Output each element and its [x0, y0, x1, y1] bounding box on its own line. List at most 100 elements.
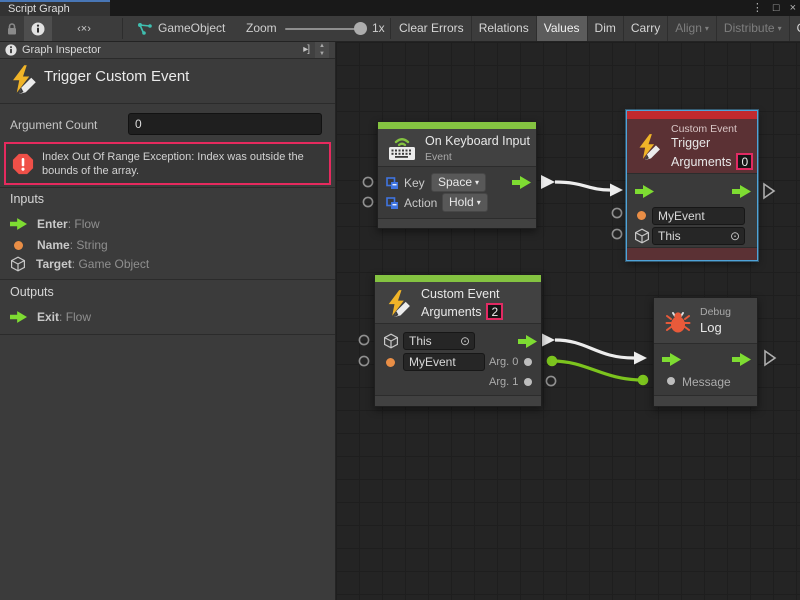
- maximize-icon[interactable]: □: [773, 0, 780, 16]
- string-port-icon[interactable]: [386, 358, 395, 367]
- tab-script-graph[interactable]: Script Graph: [0, 0, 110, 16]
- code-icon: ‹×›: [77, 23, 91, 35]
- code-view-button[interactable]: ‹×›: [66, 16, 102, 41]
- gameobject-port-icon[interactable]: [383, 333, 399, 349]
- graph-inspector-header: Graph Inspector ▸] ▲ ▼: [0, 42, 335, 59]
- port-circle[interactable]: [612, 229, 621, 238]
- window-controls: ⋮ □ ×: [752, 0, 796, 16]
- flow-output-port[interactable]: [732, 353, 751, 366]
- object-picker-icon[interactable]: ⊙: [460, 333, 470, 349]
- target-field[interactable]: This ⊙: [652, 227, 745, 245]
- argument-count-label: Argument Count: [10, 118, 97, 132]
- arguments-count-badge[interactable]: 0: [736, 153, 753, 170]
- port-circle[interactable]: [612, 208, 621, 217]
- node-custom-event[interactable]: Custom Event Arguments 2 This ⊙ MyEvent …: [374, 274, 542, 407]
- inspector-toggle-button[interactable]: [24, 16, 52, 41]
- key-dropdown[interactable]: Space▾: [431, 173, 486, 192]
- port-circle[interactable]: [359, 335, 368, 344]
- target-value: This: [658, 229, 681, 243]
- bug-icon: [665, 309, 691, 333]
- distribute-button[interactable]: Distribute▾: [717, 16, 790, 41]
- flow-output-port[interactable]: [512, 176, 531, 189]
- graph-toolbar: ‹×› GameObject Zoom 1x Clear Errors Rela…: [0, 16, 800, 42]
- relations-button[interactable]: Relations: [472, 16, 537, 41]
- node-debug-log[interactable]: Debug Log Message: [653, 297, 758, 407]
- close-icon[interactable]: ×: [790, 0, 796, 16]
- arguments-count-badge[interactable]: 2: [486, 303, 503, 320]
- key-label: Key: [404, 176, 425, 190]
- divider: [0, 103, 335, 104]
- node-subtitle: Event: [425, 151, 452, 163]
- node-kind: Custom Event: [671, 123, 737, 135]
- node-footer: [627, 247, 757, 260]
- arguments-row: Arguments 2: [421, 303, 503, 320]
- clear-errors-button[interactable]: Clear Errors: [392, 16, 472, 41]
- chevron-down-icon: ▾: [477, 198, 481, 207]
- gameobject-icon: [137, 22, 153, 36]
- inputs-heading: Inputs: [10, 192, 44, 206]
- zoom-slider-handle[interactable]: [354, 22, 367, 35]
- lock-button[interactable]: [0, 16, 24, 41]
- gameobject-port-icon: [10, 256, 26, 272]
- gameobject-ref[interactable]: [136, 16, 154, 41]
- node-header[interactable]: Custom Event Trigger Arguments 0: [627, 119, 757, 174]
- wire-customevent-to-debug[interactable]: [555, 340, 634, 358]
- carry-button[interactable]: Carry: [624, 16, 668, 41]
- port-circle[interactable]: [359, 356, 368, 365]
- hollow-triangle-icon: [764, 184, 774, 198]
- target-field[interactable]: This ⊙: [403, 332, 475, 350]
- node-title: On Keyboard Input: [425, 134, 530, 148]
- object-picker-icon[interactable]: ⊙: [730, 228, 740, 244]
- flow-input-port[interactable]: [635, 185, 654, 198]
- port-type: Flow: [74, 217, 99, 231]
- values-button[interactable]: Values: [537, 16, 588, 41]
- port-circle[interactable]: [363, 177, 372, 186]
- flow-output-port[interactable]: [518, 335, 537, 348]
- overview-button[interactable]: Overview: [790, 16, 800, 41]
- wire-keyboard-to-trigger[interactable]: [555, 182, 610, 190]
- unit-title: Trigger Custom Event: [44, 68, 189, 85]
- graph-canvas[interactable]: On Keyboard Input Event Key Space▾ Actio…: [336, 42, 800, 600]
- port-circle[interactable]: [363, 197, 372, 206]
- argument-count-input[interactable]: [128, 113, 322, 135]
- flow-continuation-arrows: [764, 184, 775, 365]
- key-value: Space: [438, 175, 472, 189]
- input-row-enter: Enter : Flow: [10, 216, 100, 232]
- port-type: String: [76, 238, 107, 252]
- flow-input-port[interactable]: [662, 353, 681, 366]
- node-trigger-custom-event[interactable]: Custom Event Trigger Arguments 0 MyEvent…: [626, 110, 758, 261]
- panel-spinner[interactable]: ▲ ▼: [315, 42, 329, 58]
- port-type: Game Object: [78, 257, 149, 271]
- node-footer: [654, 395, 757, 406]
- chevron-down-icon: ▾: [475, 178, 479, 187]
- action-dropdown[interactable]: Hold▾: [442, 193, 488, 212]
- wire-start-arrow: [541, 175, 555, 189]
- node-on-keyboard-input[interactable]: On Keyboard Input Event Key Space▾ Actio…: [377, 121, 537, 229]
- arg1-output-port[interactable]: [524, 378, 532, 386]
- arg0-output-port[interactable]: [524, 358, 532, 366]
- node-title: Trigger: [671, 136, 710, 150]
- zoom-slider-track[interactable]: [285, 28, 363, 30]
- kebab-menu-icon[interactable]: ⋮: [752, 0, 763, 16]
- event-name-field[interactable]: MyEvent: [652, 207, 745, 225]
- node-header[interactable]: Custom Event Arguments 2: [375, 282, 541, 324]
- align-button[interactable]: Align▾: [668, 16, 717, 41]
- dim-button[interactable]: Dim: [588, 16, 624, 41]
- event-name-field[interactable]: MyEvent: [403, 353, 485, 371]
- chevron-down-icon: ▾: [778, 24, 782, 33]
- dock-panel-icon[interactable]: ▸]: [303, 42, 309, 58]
- gameobject-label[interactable]: GameObject: [158, 21, 225, 35]
- wire-end-dot: [638, 375, 649, 386]
- port-circle[interactable]: [546, 376, 555, 385]
- node-header[interactable]: On Keyboard Input Event: [378, 129, 536, 167]
- node-header[interactable]: Debug Log: [654, 298, 757, 344]
- port-name: Enter: [37, 217, 68, 231]
- gameobject-port-icon[interactable]: [634, 228, 650, 244]
- divider: [0, 334, 335, 335]
- lock-icon: [6, 22, 18, 36]
- message-input-port[interactable]: [667, 377, 675, 385]
- unity-script-graph-window: Script Graph ⋮ □ × ‹×› GameObject Zoom 1…: [0, 0, 800, 600]
- flow-output-port[interactable]: [732, 185, 751, 198]
- string-port-icon[interactable]: [637, 211, 646, 220]
- wire-arg0-to-message[interactable]: [552, 361, 643, 380]
